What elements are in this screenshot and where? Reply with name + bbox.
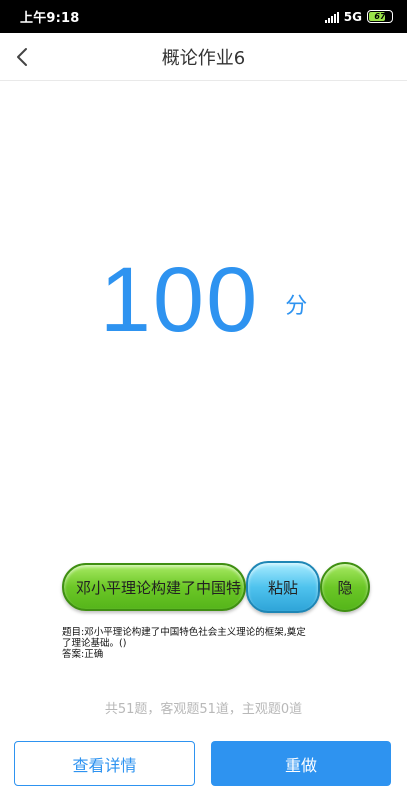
score-display: 100 分 [0,236,407,346]
battery-level: 67 [374,12,386,21]
battery-icon: 67 [367,10,393,23]
question-line-1: 题目:邓小平理论构建了中国特色社会主义理论的框架,奠定 [62,627,306,638]
network-type: 5G [343,9,362,24]
score-unit: 分 [285,294,308,319]
title-bar: 概论作业6 [0,33,407,81]
question-answer-text: 题目:邓小平理论构建了中国特色社会主义理论的框架,奠定 了理论基础。() 答案:… [62,627,324,660]
score-value: 100 [99,249,260,351]
answer-search-field[interactable]: 邓小平理论构建了中国特 [62,563,246,611]
status-bar: 上午9:18 5G 67 [0,0,407,33]
status-time: 上午9:18 [20,11,80,26]
paste-button[interactable]: 粘贴 [246,561,320,613]
hide-button[interactable]: 隐 [320,562,370,612]
answer-line: 答案:正确 [62,649,104,660]
question-summary: 共51题，客观题51道，主观题0道 [104,702,303,717]
question-line-2: 了理论基础。() [62,638,127,649]
view-details-button[interactable]: 查看详情 [14,741,195,786]
back-button[interactable] [6,41,38,73]
page-title: 概论作业6 [161,47,246,69]
status-icons: 5G 67 [324,9,393,24]
redo-button[interactable]: 重做 [211,741,391,786]
chevron-left-icon [17,48,27,66]
signal-icon [324,11,339,23]
